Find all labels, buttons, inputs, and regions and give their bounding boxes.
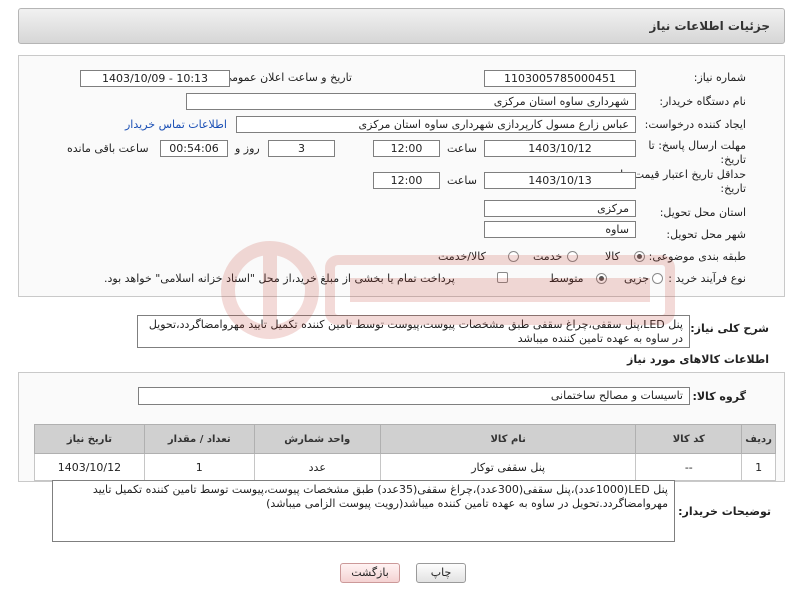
goods-table-grid: ردیف کد کالا نام کالا واحد شمارش تعداد /… [34,424,776,481]
announce-date-label: تاریخ و ساعت اعلان عمومی: [219,71,352,84]
days-label: روز و [235,142,260,155]
treasury-note: پرداخت تمام یا بخشی از مبلغ خرید،از محل … [104,272,455,285]
table-row[interactable]: 1 -- پنل سقفی توکار عدد 1 1403/10/12 [34,453,776,481]
print-button[interactable]: چاپ [416,563,466,583]
buyer-notes-label: توضیحات خریدار: [678,505,771,518]
cell-code: -- [635,453,743,481]
treasury-checkbox[interactable] [497,272,508,283]
goods-table: ردیف کد کالا نام کالا واحد شمارش تعداد /… [34,424,776,481]
col-name: نام کالا [379,424,637,454]
back-button[interactable]: بازگشت [340,563,400,583]
cell-qty: 1 [143,453,255,481]
col-qty: تعداد / مقدار [143,424,255,454]
col-date: تاریخ نیاز [34,424,145,454]
province-label: استان محل تحویل: [659,206,746,219]
description-textarea[interactable]: پنل LED،پنل سقفی،چراغ سقفی طبق مشخصات پی… [137,315,690,348]
province-field[interactable]: مرکزی [484,200,636,217]
process-radio-medium[interactable] [596,273,607,284]
col-unit: واحد شمارش [253,424,381,454]
cell-name: پنل سقفی توکار [379,453,637,481]
category-option-goods: کالا [605,250,620,263]
page-title: جزئیات اطلاعات نیاز [649,19,770,33]
col-index: ردیف [741,424,776,454]
category-option-goods-service: کالا/خدمت [438,250,486,263]
cell-index: 1 [741,453,776,481]
process-option-minor: جزیی [624,272,650,285]
deadline-label: مهلت ارسال پاسخ: تا تاریخ: [648,139,746,166]
deadline-date-field[interactable]: 1403/10/12 [484,140,636,157]
deadline-time-field[interactable]: 12:00 [373,140,440,157]
buyer-contact-link[interactable]: اطلاعات تماس خریدار [125,118,227,131]
creator-label: ایجاد کننده درخواست: [644,118,746,131]
need-number-label: شماره نیاز: [693,71,746,84]
goods-group-field[interactable]: تاسیسات و مصالح ساختمانی [138,387,690,405]
category-radio-service[interactable] [567,251,578,262]
goods-group-label: گروه کالا: [692,390,746,403]
category-radio-goods-service[interactable] [508,251,519,262]
buyer-org-field[interactable]: شهرداری ساوه استان مرکزی [186,93,636,110]
goods-section-title: اطلاعات کالاهای مورد نیاز [627,353,769,366]
buyer-notes-textarea[interactable]: پنل LED(1000عدد)،پنل سقفی(300عدد)،چراغ س… [52,480,675,542]
buyer-org-label: نام دستگاه خریدار: [659,95,746,108]
time-remaining-field[interactable]: 00:54:06 [160,140,228,157]
validity-time-field[interactable]: 12:00 [373,172,440,189]
page-header: جزئیات اطلاعات نیاز [18,8,785,44]
category-option-service: خدمت [533,250,563,263]
validity-date-field[interactable]: 1403/10/13 [484,172,636,189]
process-label: نوع فرآیند خرید : [668,272,746,285]
category-radio-goods[interactable] [634,251,645,262]
city-label: شهر محل تحویل: [666,228,746,241]
days-remaining-field[interactable]: 3 [268,140,335,157]
cell-unit: عدد [253,453,381,481]
validity-time-label: ساعت [447,174,477,187]
description-label: شرح کلی نیاز: [690,322,769,335]
announce-date-field[interactable]: 1403/10/09 - 10:13 [80,70,230,87]
creator-field[interactable]: عباس زارع مسول کارپردازی شهرداری ساوه اس… [236,116,636,133]
deadline-time-label: ساعت [447,142,477,155]
process-radio-minor[interactable] [652,273,663,284]
col-code: کد کالا [635,424,743,454]
time-remaining-label: ساعت باقی مانده [67,142,149,155]
city-field[interactable]: ساوه [484,221,636,238]
need-number-field[interactable]: 1103005785000451 [484,70,636,87]
process-option-medium: متوسط [549,272,584,285]
cell-date: 1403/10/12 [34,453,145,481]
category-label: طبقه بندی موضوعی: [648,250,746,263]
